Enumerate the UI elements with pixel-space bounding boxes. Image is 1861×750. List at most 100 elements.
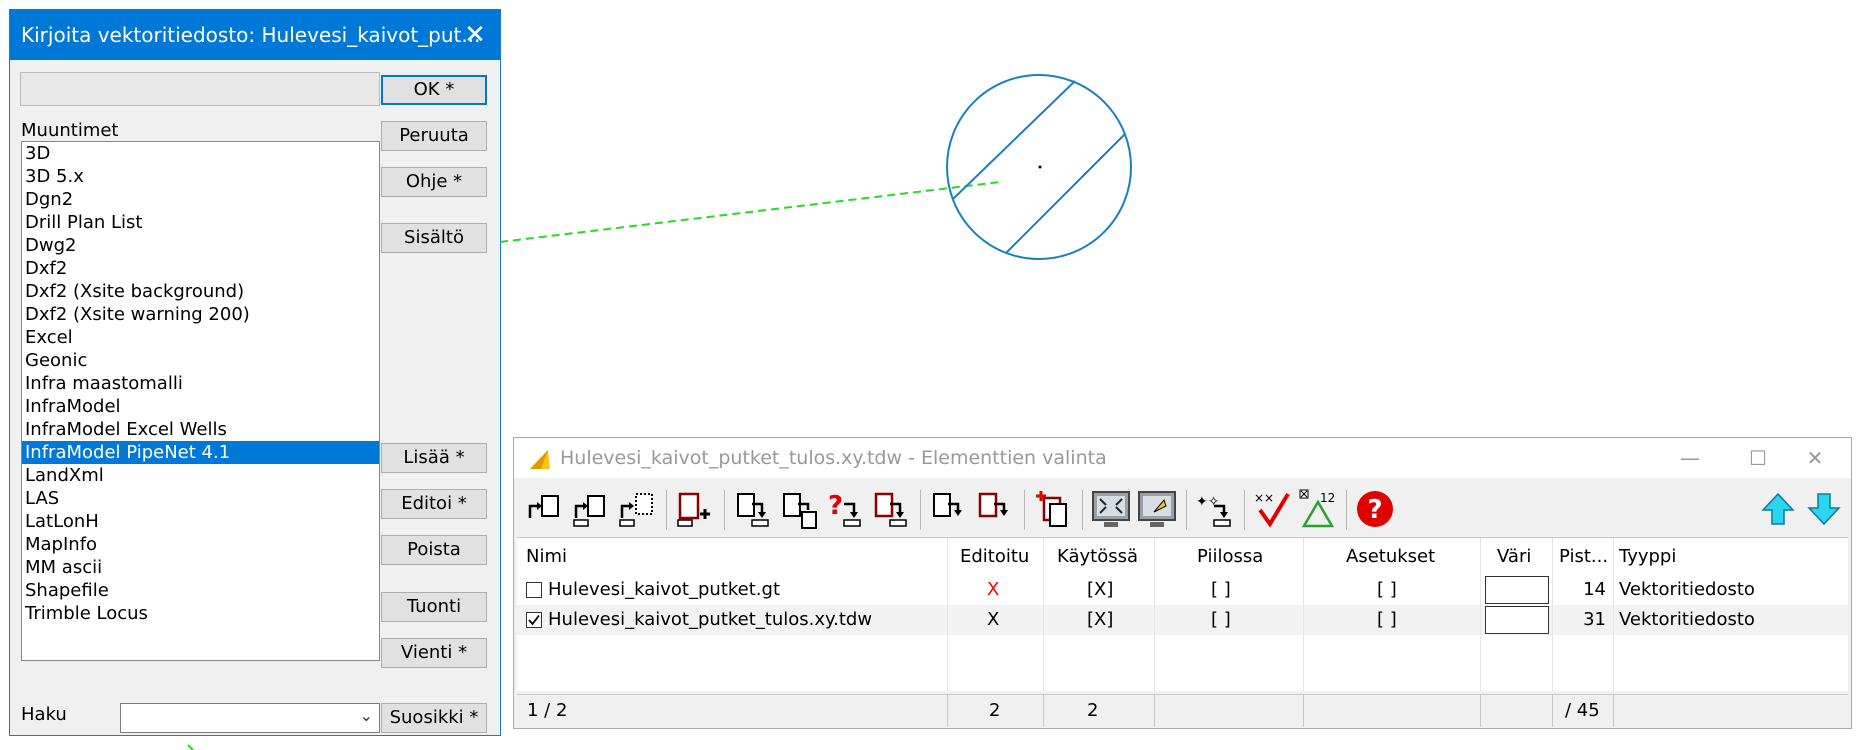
- import-button[interactable]: Tuonti: [381, 592, 487, 622]
- conversions-list[interactable]: 3D 3D 5.x Dgn2 Drill Plan List Dwg2 Dxf2 Dxf2 …: [21, 141, 380, 661]
- open-dotted-file-icon[interactable]: [616, 488, 658, 530]
- export-button[interactable]: Vienti *: [381, 638, 487, 668]
- row-edited: X: [987, 609, 1000, 630]
- conversion-list-item[interactable]: InfraModel PipeNet 4.1: [22, 441, 379, 464]
- check-icon[interactable]: ××: [1252, 488, 1294, 530]
- new-copy-icon[interactable]: [1032, 488, 1074, 530]
- window-titlebar: Hulevesi_kaivot_putket_tulos.xy.tdw - El…: [514, 438, 1851, 478]
- row-edited: X: [987, 579, 1000, 600]
- toolbar-separator: [1244, 490, 1245, 530]
- column-header-color[interactable]: Väri: [1497, 538, 1531, 575]
- conversion-list-item[interactable]: MM ascii: [22, 556, 379, 579]
- row-points: 14: [1583, 579, 1606, 600]
- status-divider: [1480, 695, 1481, 727]
- status-edited-count: 2: [989, 700, 1001, 721]
- column-header-hidden[interactable]: Piilossa: [1197, 538, 1263, 575]
- write-vector-file-dialog: Kirjoita vektoritiedosto: Hulevesi_kaivo…: [9, 9, 501, 736]
- status-divider: [947, 695, 948, 727]
- delete-button[interactable]: Poista: [381, 535, 487, 565]
- import-file-icon[interactable]: [732, 488, 774, 530]
- triangle-count-icon[interactable]: 12: [1298, 488, 1340, 530]
- row-hidden[interactable]: [ ]: [1211, 575, 1231, 605]
- close-window-icon[interactable]: ✕: [1792, 438, 1838, 478]
- zoom-extents-icon[interactable]: [1090, 488, 1132, 530]
- conversion-list-item[interactable]: Geonic: [22, 349, 379, 372]
- move-file-icon[interactable]: [928, 488, 970, 530]
- chevron-down-icon[interactable]: ⌄: [360, 706, 373, 725]
- conversion-list-item[interactable]: Dxf2: [22, 257, 379, 280]
- conversion-list-item[interactable]: Dwg2: [22, 234, 379, 257]
- help-button[interactable]: Ohje *: [381, 167, 487, 197]
- conversion-list-item[interactable]: Dgn2: [22, 188, 379, 211]
- row-color-swatch[interactable]: [1485, 576, 1549, 604]
- row-name[interactable]: Hulevesi_kaivot_putket.gt: [548, 575, 780, 605]
- arrow-up-icon[interactable]: [1757, 488, 1799, 530]
- minimize-icon[interactable]: —: [1667, 438, 1713, 478]
- column-header-edited[interactable]: Editoitu: [960, 538, 1029, 575]
- export-file-icon[interactable]: [870, 488, 912, 530]
- open-file-icon[interactable]: [524, 488, 566, 530]
- edit-button[interactable]: Editoi *: [381, 489, 487, 519]
- manhole-hatch-line-1: [952, 80, 1076, 200]
- conversion-list-item[interactable]: LandXml: [22, 464, 379, 487]
- conversion-list-item[interactable]: Dxf2 (Xsite background): [22, 280, 379, 303]
- conversion-list-item[interactable]: Infra maastomalli: [22, 372, 379, 395]
- row-hidden[interactable]: [ ]: [1211, 605, 1231, 635]
- row-in-use[interactable]: [X]: [1087, 605, 1113, 635]
- cancel-button[interactable]: Peruuta: [381, 121, 487, 151]
- dashed-pipe-line[interactable]: [499, 181, 1001, 243]
- row-settings[interactable]: [ ]: [1377, 575, 1397, 605]
- help-icon[interactable]: ?: [1354, 488, 1396, 530]
- svg-text:××: ××: [1254, 491, 1274, 505]
- sparkle-import-icon[interactable]: ✦✧: [1194, 488, 1236, 530]
- move-file-red-icon[interactable]: [974, 488, 1016, 530]
- column-header-type[interactable]: Tyyppi: [1619, 538, 1676, 575]
- contents-button[interactable]: Sisältö: [381, 223, 487, 253]
- add-file-icon[interactable]: [674, 488, 716, 530]
- svg-text:?: ?: [828, 491, 843, 521]
- conversion-list-item[interactable]: InfraModel: [22, 395, 379, 418]
- row-type: Vektoritiedosto: [1619, 609, 1755, 630]
- conversion-list-item[interactable]: Excel: [22, 326, 379, 349]
- conversion-list-item[interactable]: LAS: [22, 487, 379, 510]
- open-file-alt-icon[interactable]: [570, 488, 612, 530]
- column-header-in-use[interactable]: Käytössä: [1057, 538, 1138, 575]
- conversion-list-item[interactable]: MapInfo: [22, 533, 379, 556]
- zoom-selection-icon[interactable]: [1136, 488, 1178, 530]
- unknown-file-icon[interactable]: ?: [824, 488, 866, 530]
- column-header-points[interactable]: Pist...: [1559, 538, 1608, 575]
- column-header-name[interactable]: Nimi: [526, 538, 567, 575]
- conversion-list-item[interactable]: 3D 5.x: [22, 165, 379, 188]
- row-name[interactable]: Hulevesi_kaivot_putket_tulos.xy.tdw: [548, 605, 872, 635]
- elements-table[interactable]: Nimi Editoitu Käytössä Piilossa Asetukse…: [517, 537, 1848, 691]
- close-icon[interactable]: ✕: [460, 20, 490, 50]
- conversion-list-item[interactable]: Shapefile: [22, 579, 379, 602]
- column-header-settings[interactable]: Asetukset: [1346, 538, 1435, 575]
- row-in-use[interactable]: [X]: [1087, 575, 1113, 605]
- status-divider: [1613, 695, 1614, 727]
- favorite-button[interactable]: Suosikki *: [381, 703, 487, 733]
- conversion-list-item[interactable]: 3D: [22, 142, 379, 165]
- file-path-field[interactable]: [20, 72, 380, 106]
- toolbar-separator: [1082, 490, 1083, 530]
- status-position: 1 / 2: [527, 700, 568, 721]
- conversion-list-item[interactable]: InfraModel Excel Wells: [22, 418, 379, 441]
- arrow-down-icon[interactable]: [1803, 488, 1845, 530]
- conversion-list-item[interactable]: Trimble Locus: [22, 602, 379, 625]
- row-settings[interactable]: [ ]: [1377, 605, 1397, 635]
- maximize-icon[interactable]: ☐: [1735, 438, 1781, 478]
- toolbar-separator: [1346, 490, 1347, 530]
- conversion-list-item[interactable]: LatLonH: [22, 510, 379, 533]
- status-divider: [1552, 695, 1553, 727]
- row-checkbox[interactable]: [526, 582, 542, 598]
- conversion-list-item[interactable]: Dxf2 (Xsite warning 200): [22, 303, 379, 326]
- conversion-list-item[interactable]: Drill Plan List: [22, 211, 379, 234]
- checkmark-icon: [528, 614, 540, 626]
- ok-button[interactable]: OK *: [381, 75, 487, 105]
- search-combobox[interactable]: ⌄: [120, 703, 380, 733]
- row-color-swatch[interactable]: [1485, 606, 1549, 634]
- column-divider: [947, 538, 948, 691]
- row-checkbox[interactable]: [526, 612, 542, 628]
- import-file-alt-icon[interactable]: [778, 488, 820, 530]
- add-button[interactable]: Lisää *: [381, 443, 487, 473]
